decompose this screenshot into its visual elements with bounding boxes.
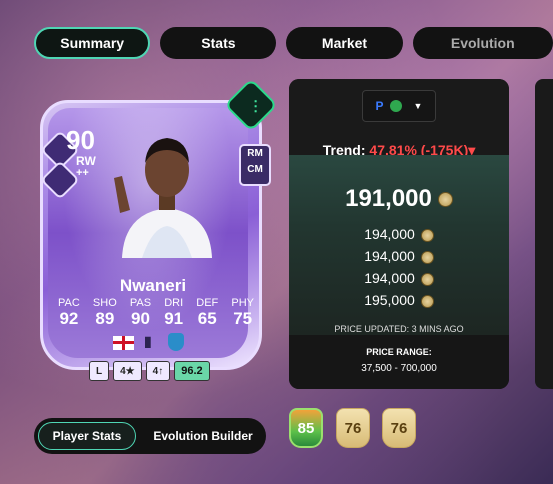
view-toggle: Player Stats Evolution Builder <box>34 418 266 454</box>
platform-select[interactable]: P ▼ <box>362 90 436 122</box>
chem-rating-chip: 96.2 <box>174 361 210 381</box>
price-row: 195,000 <box>289 289 509 311</box>
card-info-bar: L 4★ 4↑ 96.2 <box>89 361 210 381</box>
player-card: 90 RW ++ RM CM Nwaneri PAC 92 SHO 89 PAS 90… <box>40 100 271 381</box>
price-row: 194,000 <box>289 267 509 289</box>
evolution-builder-toggle[interactable]: Evolution Builder <box>144 422 262 450</box>
market-panel: P ▼ Trend: 47.81% (-175K)▾ 191,000 194,0… <box>289 79 509 389</box>
stat-phy: PHY 75 <box>231 297 254 328</box>
price-range-box: PRICE RANGE: 37,500 - 700,000 <box>289 335 509 389</box>
foot-chip: L <box>89 361 110 381</box>
mini-card-gold[interactable]: 76 <box>382 408 416 448</box>
alt-position-1: RM <box>247 148 263 159</box>
alt-position-2: CM <box>247 164 263 175</box>
stat-pac: PAC 92 <box>58 297 80 328</box>
price-row: 194,000 <box>289 223 509 245</box>
coin-icon <box>420 228 434 242</box>
coin-icon <box>420 294 434 308</box>
price-updated: PRICE UPDATED: 3 MINS AGO <box>334 324 464 334</box>
tab-market[interactable]: Market <box>286 27 403 59</box>
player-name: Nwaneri <box>119 276 187 295</box>
card-rating: 90 <box>66 125 95 155</box>
skill-moves-chip: 4★ <box>113 361 142 381</box>
mini-card-evo[interactable]: 85 <box>289 408 323 448</box>
league-logo-icon: ▮ <box>144 333 152 349</box>
england-flag-icon <box>113 336 134 350</box>
stat-pas: PAS 90 <box>129 297 152 328</box>
weak-foot-chip: 4↑ <box>145 361 171 381</box>
price-range-title: PRICE RANGE: <box>366 347 432 357</box>
tab-evolution[interactable]: Evolution <box>412 27 553 59</box>
next-panel-edge <box>535 79 553 389</box>
card-position: RW <box>76 154 96 168</box>
chevron-down-icon: ▼ <box>413 101 423 111</box>
stat-sho: SHO 89 <box>92 297 117 328</box>
coin-icon <box>420 250 434 264</box>
club-crest-icon <box>168 333 184 351</box>
main-price: 191,000 <box>289 185 509 213</box>
panel-header: P ▼ Trend: 47.81% (-175K)▾ <box>289 79 509 158</box>
price-list: 194,000 194,000 194,000 195,000 <box>289 223 509 311</box>
playstation-icon: P <box>375 99 384 113</box>
price-row: 194,000 <box>289 245 509 267</box>
tab-bar: Summary Stats Market Evolution <box>34 27 553 59</box>
tab-stats[interactable]: Stats <box>160 27 277 59</box>
price-range-value: 37,500 - 700,000 <box>361 363 437 374</box>
player-stats-toggle[interactable]: Player Stats <box>38 422 136 450</box>
stat-dri: DRI 91 <box>164 297 184 328</box>
coin-icon <box>437 192 453 208</box>
alt-positions: RM CM <box>239 144 271 186</box>
xbox-icon <box>389 100 402 112</box>
player-image <box>114 138 212 258</box>
coin-icon <box>420 272 434 286</box>
stat-def: DEF 65 <box>196 297 219 328</box>
tab-summary[interactable]: Summary <box>34 27 151 59</box>
card-stats: PAC 92 SHO 89 PAS 90 DRI 91 DEF 65 PHY 75 <box>58 297 254 329</box>
mini-card-gold[interactable]: 76 <box>336 408 370 448</box>
price-area: 191,000 194,000 194,000 194,000 195,000 <box>289 155 509 335</box>
card-plus: ++ <box>76 167 89 179</box>
